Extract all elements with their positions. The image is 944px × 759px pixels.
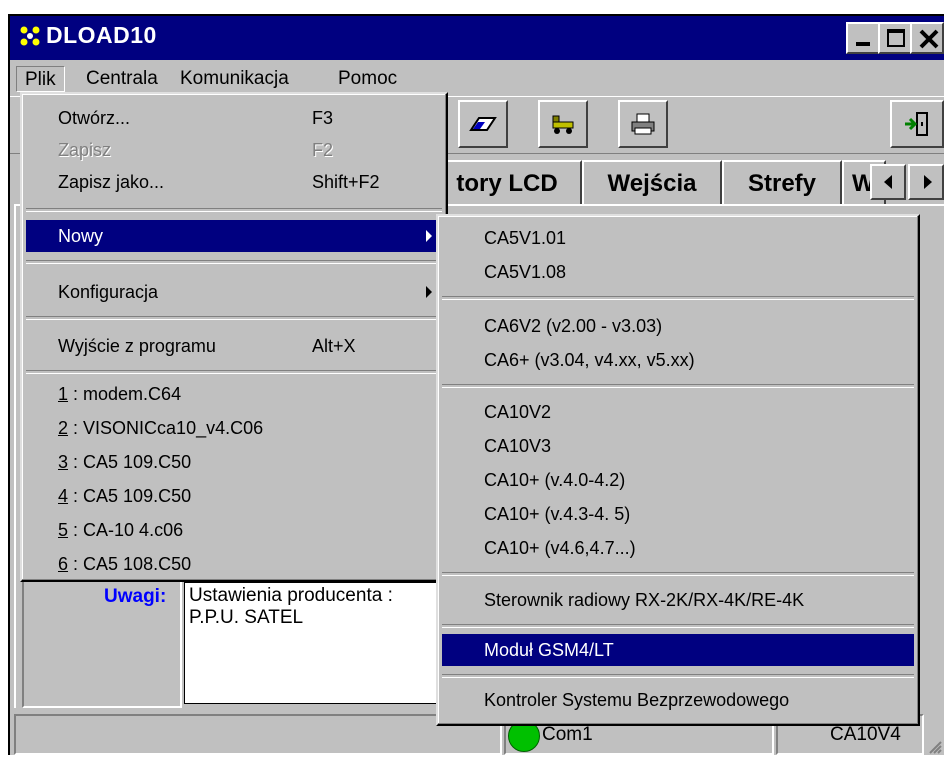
resize-grip[interactable] (926, 738, 942, 754)
menu-item-recent-1[interactable]: 1 : modem.C64 (26, 378, 442, 410)
menu-item-recent-5[interactable]: 5 : CA-10 4.c06 (26, 514, 442, 546)
eraser-button[interactable] (458, 100, 508, 148)
menu-item-open[interactable]: Otwórz... F3 (26, 102, 442, 134)
close-icon (916, 26, 942, 52)
submenu-item[interactable]: CA6V2 (v2.00 - v3.03) (442, 310, 914, 342)
notes-line-1: Ustawienia producenta : (189, 585, 393, 606)
menu-separator (442, 624, 914, 628)
submenu-item[interactable]: CA10+ (v4.6,4.7...) (442, 532, 914, 564)
menu-centrala[interactable]: Centrala (78, 66, 166, 92)
menu-item-config[interactable]: Konfiguracja (26, 276, 442, 308)
menu-item-recent-4[interactable]: 4 : CA5 109.C50 (26, 480, 442, 512)
menu-item-exit[interactable]: Wyjście z programu Alt+X (26, 330, 442, 362)
maximize-button[interactable] (878, 22, 914, 54)
tab-wejscia[interactable]: Wejścia (582, 160, 722, 204)
port-label: Com1 (542, 724, 593, 745)
submenu-item-gsm[interactable]: Moduł GSM4/LT (442, 634, 914, 666)
app-icon[interactable] (18, 24, 42, 48)
notes-box[interactable]: Ustawienia producenta : P.P.U. SATEL (184, 582, 444, 704)
menu-item-new[interactable]: Nowy (26, 220, 442, 252)
arrow-left-icon (884, 175, 892, 189)
menu-separator (26, 208, 442, 212)
menu-item-save-as[interactable]: Zapisz jako... Shift+F2 (26, 166, 442, 198)
inner-panel (22, 560, 182, 708)
tab-lcd[interactable]: tory LCD (432, 160, 582, 204)
submenu-item[interactable]: CA10V3 (442, 430, 914, 462)
menu-pomoc[interactable]: Pomoc (330, 66, 405, 92)
submenu-item[interactable]: CA6+ (v3.04, v4.xx, v5.xx) (442, 344, 914, 376)
nowy-submenu: CA5V1.01 CA5V1.08 CA6V2 (v2.00 - v3.03) … (436, 214, 920, 726)
model-label: CA10V4 (830, 724, 901, 745)
window-title: DLOAD10 (46, 22, 157, 48)
close-button[interactable] (910, 22, 944, 54)
tab-strefy[interactable]: Strefy (722, 160, 842, 204)
submenu-item[interactable]: Kontroler Systemu Bezprzewodowego (442, 684, 914, 716)
submenu-arrow-icon (426, 286, 432, 298)
status-panel-1 (14, 714, 502, 755)
menu-plik[interactable]: Plik (16, 66, 65, 92)
menu-item-save[interactable]: Zapisz F2 (26, 134, 442, 166)
minimize-icon (856, 42, 870, 46)
notes-line-2: P.P.U. SATEL (189, 607, 304, 628)
tab-scroll-left[interactable] (870, 164, 906, 200)
submenu-item[interactable]: CA10+ (v.4.0-4.2) (442, 464, 914, 496)
plik-menu: Otwórz... F3 Zapisz F2 Zapisz jako... Sh… (20, 92, 448, 582)
exit-door-icon (905, 112, 928, 136)
menu-item-recent-6[interactable]: 6 : CA5 108.C50 (26, 548, 442, 580)
minimize-button[interactable] (846, 22, 882, 54)
submenu-item[interactable]: CA10+ (v.4.3-4. 5) (442, 498, 914, 530)
exit-button[interactable] (890, 100, 944, 148)
eraser-icon (469, 117, 497, 131)
menu-separator (442, 384, 914, 388)
menu-separator (442, 674, 914, 678)
menu-item-recent-2[interactable]: 2 : VISONICca10_v4.C06 (26, 412, 442, 444)
submenu-item[interactable]: CA5V1.01 (442, 222, 914, 254)
menu-item-recent-3[interactable]: 3 : CA5 109.C50 (26, 446, 442, 478)
arrow-right-icon (924, 175, 932, 189)
printer-icon (631, 113, 655, 135)
menu-separator (26, 370, 442, 374)
submenu-arrow-icon (426, 230, 432, 242)
submenu-item[interactable]: Sterownik radiowy RX-2K/RX-4K/RE-4K (442, 584, 914, 616)
menu-separator (442, 572, 914, 576)
truck-icon (552, 115, 574, 134)
menu-komunikacja[interactable]: Komunikacja (172, 66, 297, 92)
print-button[interactable] (618, 100, 668, 148)
menu-separator (442, 296, 914, 300)
maximize-icon (887, 29, 905, 47)
menu-separator (26, 260, 442, 264)
tab-scroll-right[interactable] (908, 164, 944, 200)
menu-separator (26, 316, 442, 320)
truck-button[interactable] (538, 100, 588, 148)
submenu-item[interactable]: CA5V1.08 (442, 256, 914, 288)
submenu-item[interactable]: CA10V2 (442, 396, 914, 428)
notes-label: Uwagi: (104, 586, 167, 607)
